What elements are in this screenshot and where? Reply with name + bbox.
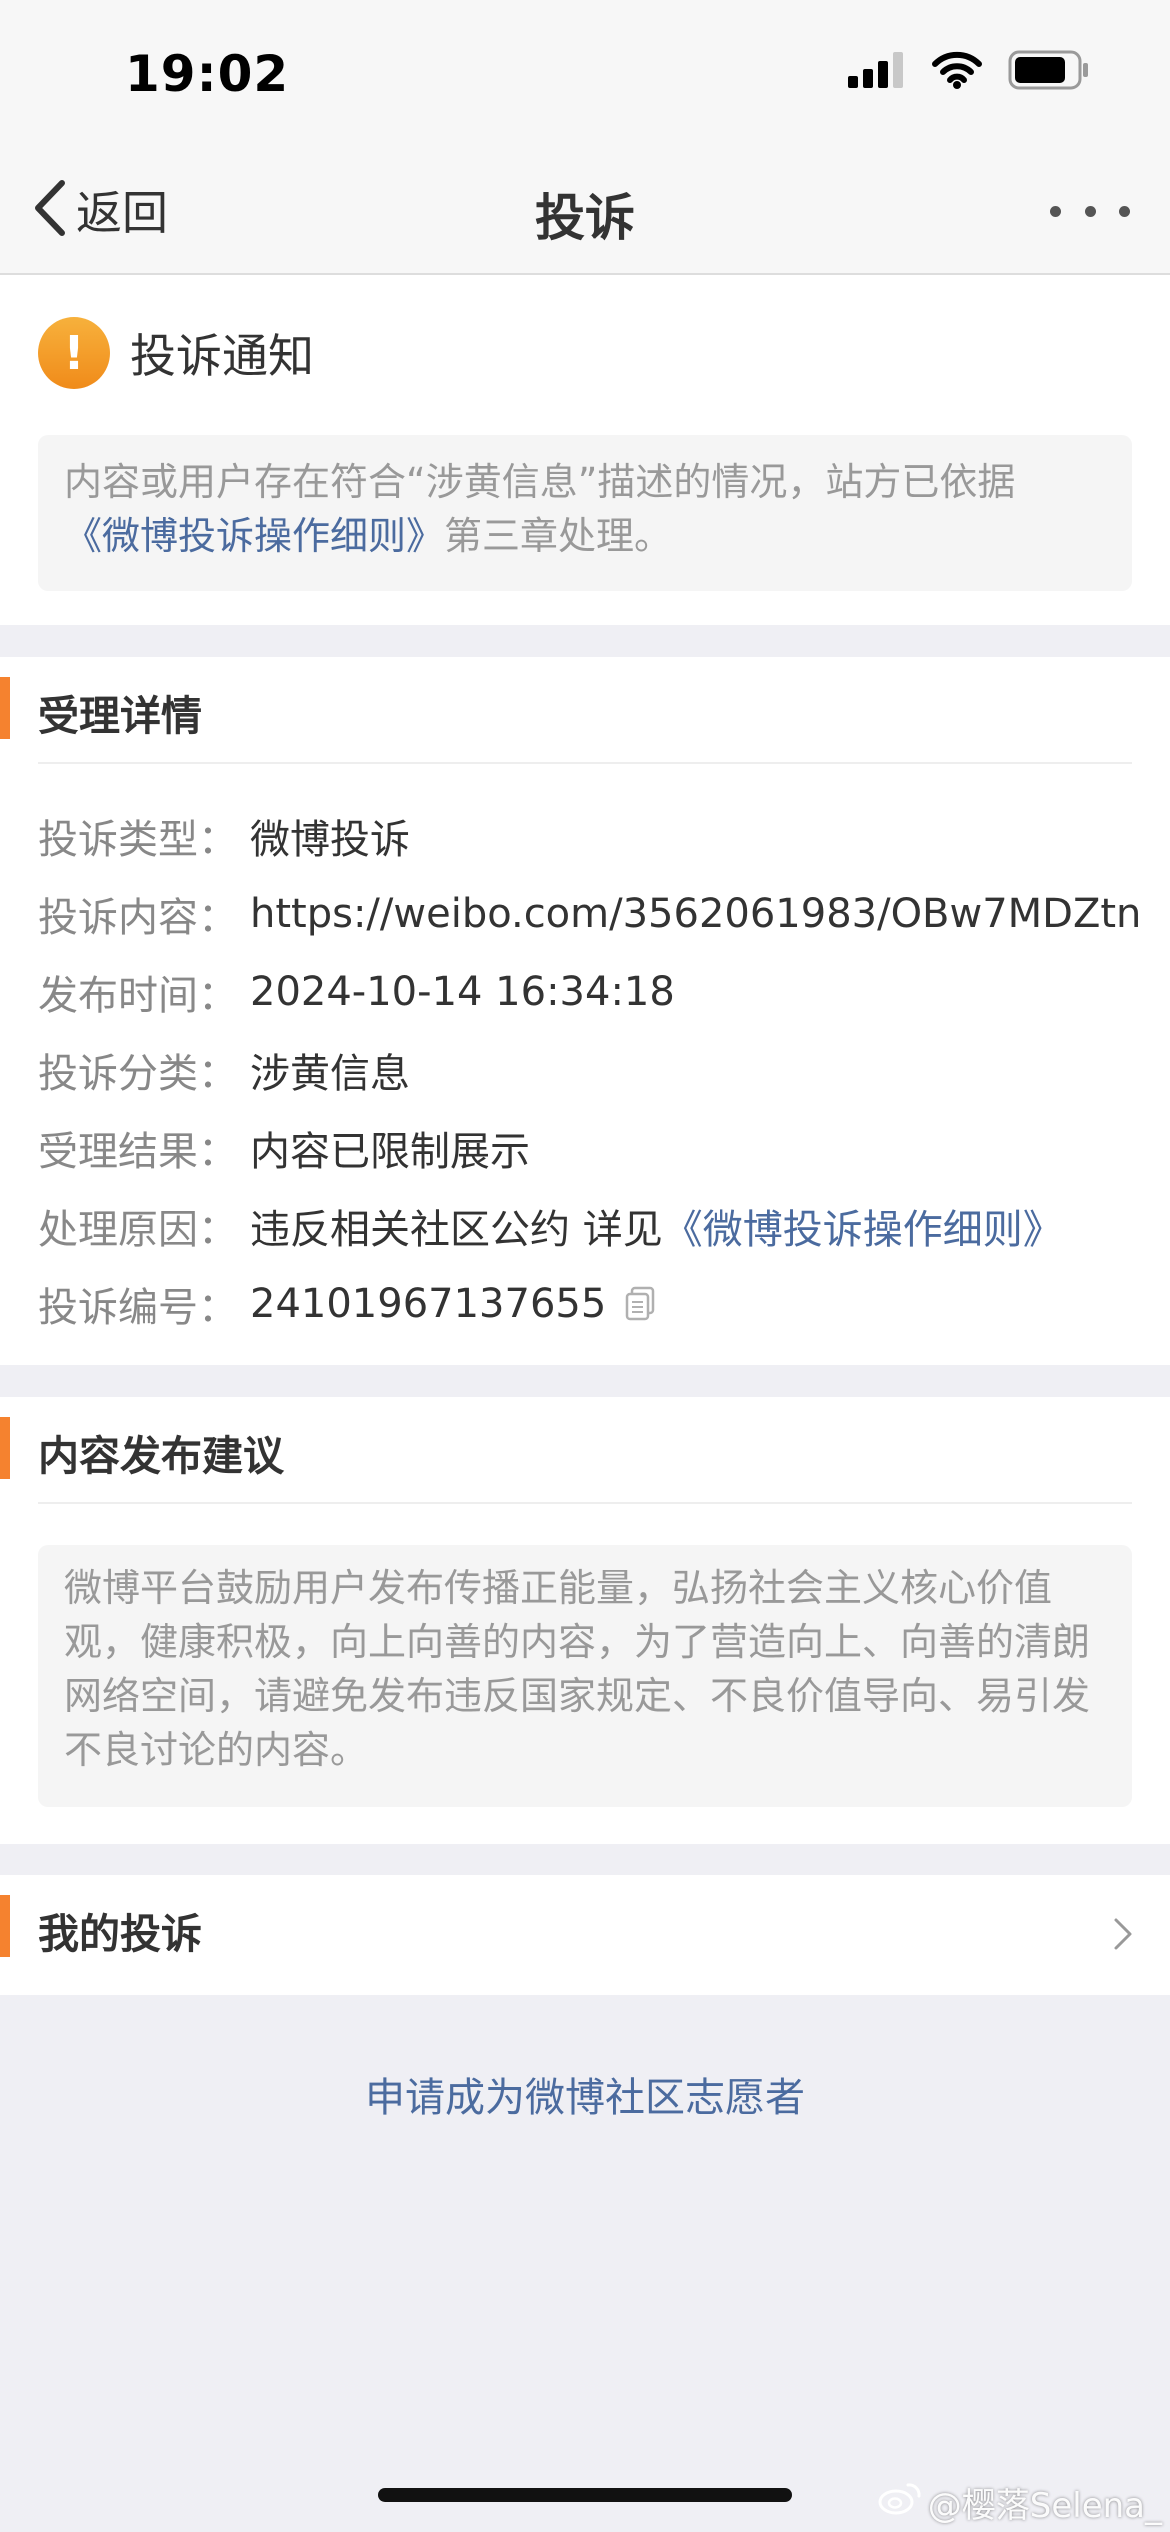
- copy-icon[interactable]: [624, 1286, 656, 1322]
- more-options-button[interactable]: [1050, 186, 1130, 236]
- detail-row-type: 投诉类型： 微博投诉: [38, 797, 1158, 875]
- notice-text: 内容或用户存在符合“涉黄信息”描述的情况，站方已依据: [64, 460, 1016, 504]
- detail-row-reason: 处理原因： 违反相关社区公约 详见 《微博投诉操作细则》: [38, 1187, 1158, 1265]
- chevron-right-icon: [1112, 1916, 1134, 1956]
- section-header: 内容发布建议: [0, 1397, 1170, 1502]
- detail-value: 微博投诉: [250, 817, 410, 863]
- warning-icon: !: [38, 317, 110, 389]
- rules-link[interactable]: 《微博投诉操作细则》: [64, 514, 444, 558]
- home-indicator[interactable]: [378, 2488, 792, 2502]
- detail-row-content: 投诉内容： https://weibo.com/3562061983/OBw7M…: [38, 875, 1158, 953]
- section-header: 我的投诉: [0, 1875, 1170, 1980]
- detail-label: 受理结果：: [38, 1129, 238, 1175]
- detail-row-result: 受理结果： 内容已限制展示: [38, 1109, 1158, 1187]
- detail-label: 发布时间：: [38, 973, 238, 1019]
- detail-row-number: 投诉编号： 24101967137655: [38, 1265, 1158, 1343]
- detail-value: 2024-10-14 16:34:18: [250, 969, 675, 1015]
- detail-value: 内容已限制展示: [250, 1129, 530, 1175]
- section-header: 受理详情: [0, 657, 1170, 762]
- section-title: 受理详情: [38, 692, 202, 740]
- more-dot-icon: [1050, 205, 1061, 217]
- my-complaints-label: 我的投诉: [38, 1910, 202, 1958]
- cellular-signal-icon: [848, 52, 906, 92]
- detail-label: 投诉编号：: [38, 1285, 238, 1331]
- detail-row-time: 发布时间： 2024-10-14 16:34:18: [38, 953, 1158, 1031]
- complaint-notice-card: ! 投诉通知 内容或用户存在符合“涉黄信息”描述的情况，站方已依据 《微博投诉操…: [0, 275, 1170, 625]
- detail-value: 24101967137655: [250, 1281, 607, 1327]
- divider: [38, 762, 1132, 764]
- more-dot-icon: [1119, 205, 1130, 217]
- status-bar: 19:02: [0, 0, 1170, 150]
- battery-icon: [1008, 50, 1090, 94]
- detail-label: 投诉类型：: [38, 817, 238, 863]
- section-accent-bar: [0, 677, 10, 739]
- rules-link[interactable]: 《微博投诉操作细则》: [663, 1197, 1063, 1255]
- notice-header: ! 投诉通知: [38, 317, 314, 389]
- detail-list: 投诉类型： 微博投诉 投诉内容： https://weibo.com/35620…: [38, 797, 1158, 1343]
- weibo-logo-icon: [878, 2481, 922, 2524]
- watermark: @樱落Selena_: [878, 2478, 1162, 2527]
- detail-row-category: 投诉分类： 涉黄信息: [38, 1031, 1158, 1109]
- detail-value: 涉黄信息: [250, 1051, 410, 1097]
- handling-details-card: 受理详情 投诉类型： 微博投诉 投诉内容： https://weibo.com/…: [0, 657, 1170, 1365]
- detail-label: 投诉分类：: [38, 1051, 238, 1097]
- my-complaints-row[interactable]: 我的投诉: [0, 1875, 1170, 1995]
- watermark-text: @樱落Selena_: [927, 2486, 1162, 2526]
- status-icons: [848, 50, 1090, 94]
- detail-label: 投诉内容：: [38, 895, 238, 941]
- content-url-link[interactable]: https://weibo.com/3562061983/OBw7MDZtn: [250, 891, 1141, 937]
- section-accent-bar: [0, 1895, 10, 1957]
- detail-value: 违反相关社区公约 详见: [250, 1207, 663, 1253]
- wifi-icon: [932, 51, 982, 93]
- notice-text-end: 第三章处理。: [444, 514, 673, 558]
- more-dot-icon: [1084, 205, 1096, 217]
- notice-title: 投诉通知: [130, 329, 314, 383]
- status-time: 19:02: [125, 45, 290, 103]
- divider: [38, 1502, 1132, 1504]
- notice-message: 内容或用户存在符合“涉黄信息”描述的情况，站方已依据 《微博投诉操作细则》第三章…: [38, 435, 1132, 591]
- detail-label: 处理原因：: [38, 1207, 238, 1253]
- content-advice-card: 内容发布建议 微博平台鼓励用户发布传播正能量，弘扬社会主义核心价值观，健康积极，…: [0, 1397, 1170, 1844]
- section-accent-bar: [0, 1417, 10, 1479]
- nav-bar: 返回 投诉: [0, 150, 1170, 275]
- advice-text: 微博平台鼓励用户发布传播正能量，弘扬社会主义核心价值观，健康积极，向上向善的内容…: [38, 1545, 1132, 1807]
- page-title: 投诉: [535, 189, 635, 247]
- volunteer-link[interactable]: 申请成为微博社区志愿者: [0, 2065, 1170, 2123]
- section-title: 内容发布建议: [38, 1432, 284, 1480]
